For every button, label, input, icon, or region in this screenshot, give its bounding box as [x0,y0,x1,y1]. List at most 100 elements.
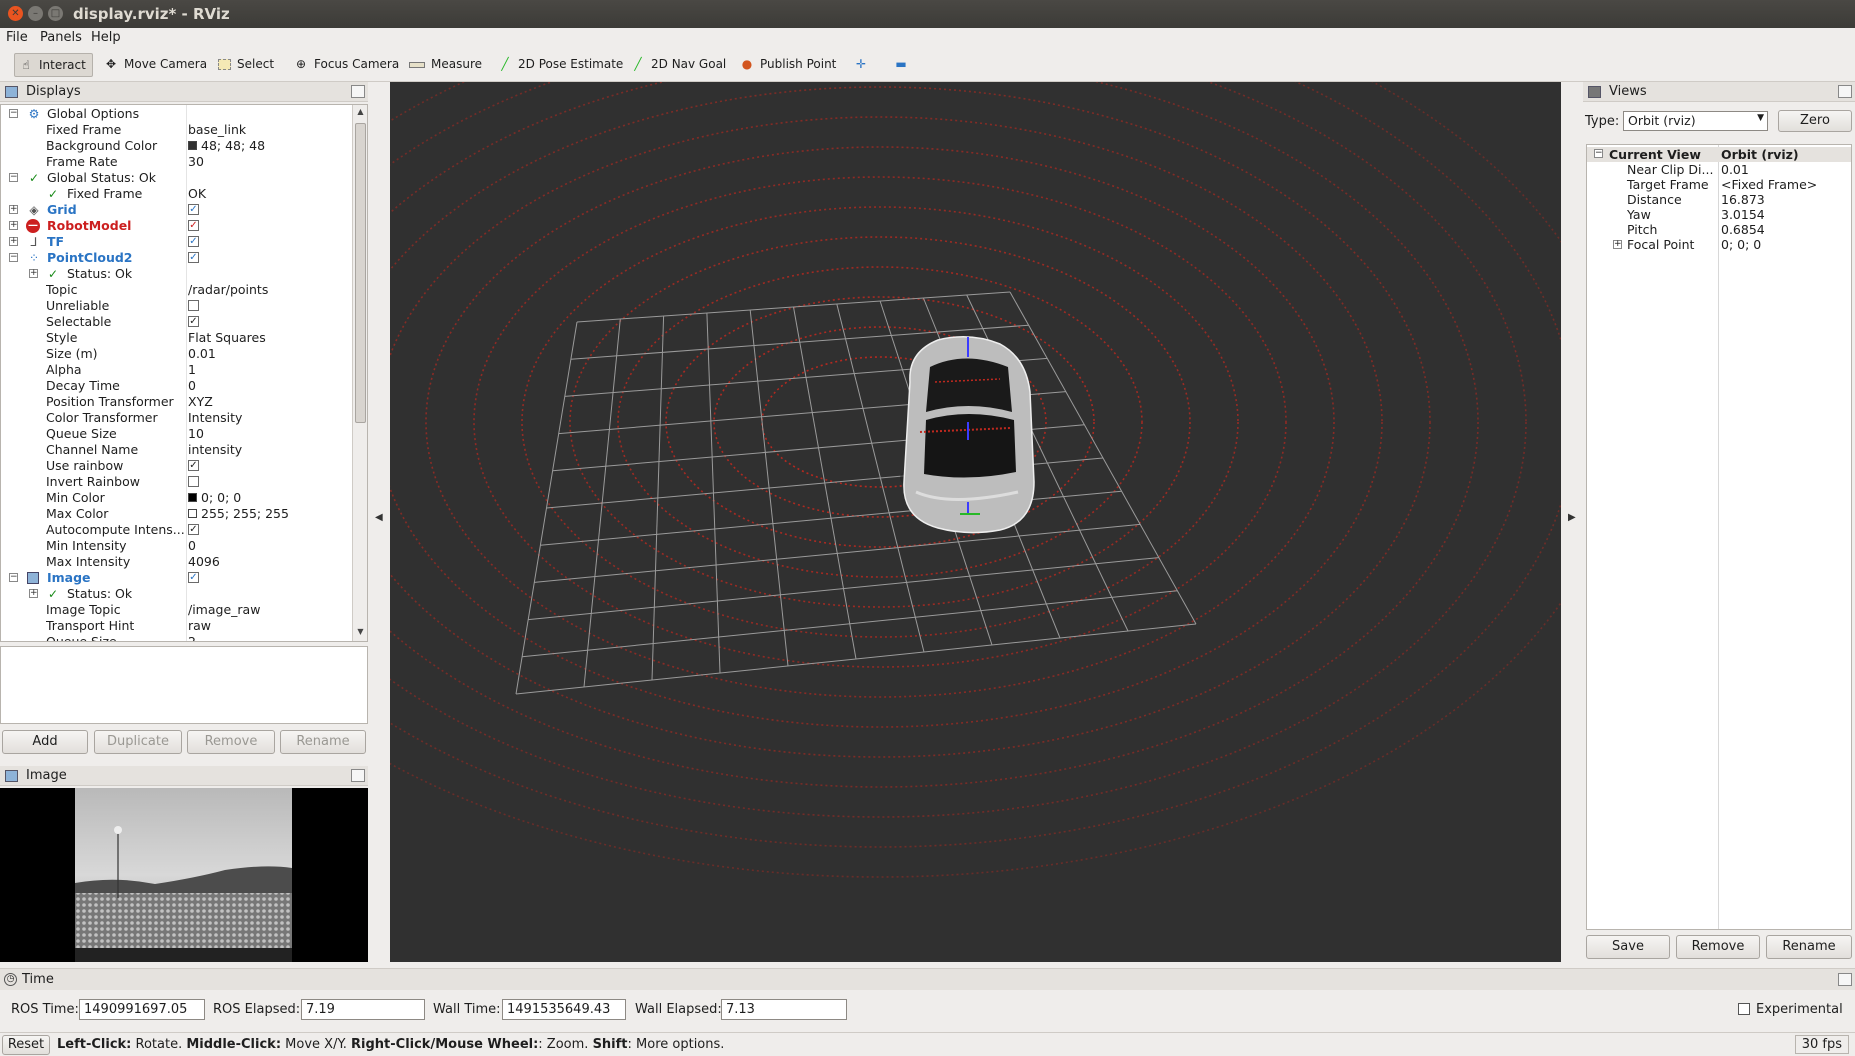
zero-button[interactable]: Zero [1778,110,1852,132]
minimize-window-button[interactable]: – [28,6,43,21]
tree-row-color-transformer[interactable]: Color Transformer Intensity [1,410,351,426]
tree-row-decay-time[interactable]: Decay Time 0 [1,378,351,394]
tf-checkbox[interactable]: ✓ [188,236,199,247]
expand-icon[interactable]: + [9,221,18,230]
expand-icon[interactable]: + [9,205,18,214]
robotmodel-checkbox[interactable]: ✓ [188,220,199,231]
scrollbar-thumb[interactable] [355,123,366,423]
tree-row-channel-name[interactable]: Channel Name intensity [1,442,351,458]
experimental-checkbox[interactable] [1738,1003,1750,1015]
tree-row-current-view[interactable]: − Current View Orbit (rviz) [1587,147,1851,162]
collapse-icon[interactable]: − [9,109,18,118]
tree-row-invert-rainbow[interactable]: Invert Rainbow [1,474,351,490]
tree-row-use-rainbow[interactable]: Use rainbow ✓ [1,458,351,474]
unreliable-checkbox[interactable] [188,300,199,311]
collapse-icon[interactable]: − [9,573,18,582]
tree-row-max-color[interactable]: Max Color 255; 255; 255 [1,506,351,522]
tree-row-yaw[interactable]: Yaw 3.0154 [1587,207,1851,222]
tree-row-distance[interactable]: Distance 16.873 [1587,192,1851,207]
undock-button[interactable] [351,85,365,98]
tree-row-global-status[interactable]: − ✓ Global Status: Ok [1,170,351,186]
views-tree[interactable]: − Current View Orbit (rviz) Near Clip Di… [1586,144,1852,930]
collapse-left-icon[interactable]: ◀ [375,512,383,523]
menu-panels[interactable]: Panels [40,30,82,45]
tree-row-selectable[interactable]: Selectable ✓ [1,314,351,330]
tree-row-fixed-frame[interactable]: Fixed Frame base_link [1,122,351,138]
selectable-checkbox[interactable]: ✓ [188,316,199,327]
displays-tree[interactable]: − ⚙ Global Options Fixed Frame base_link… [0,104,368,642]
maximize-window-button[interactable]: □ [48,6,63,21]
tree-row-max-intensity[interactable]: Max Intensity 4096 [1,554,351,570]
grid-checkbox[interactable]: ✓ [188,204,199,215]
tree-row-min-color[interactable]: Min Color 0; 0; 0 [1,490,351,506]
left-panel-splitter[interactable]: ◀ [368,82,390,962]
tree-row-topic[interactable]: Topic /radar/points [1,282,351,298]
remove-view-button[interactable]: Remove [1676,935,1760,959]
reset-button[interactable]: Reset [2,1035,50,1055]
tree-row-background-color[interactable]: Background Color 48; 48; 48 [1,138,351,154]
focus-camera-tool[interactable]: ⊕ Focus Camera [290,53,405,77]
tree-row-near-clip[interactable]: Near Clip Di... 0.01 [1587,162,1851,177]
undock-button[interactable] [351,769,365,782]
measure-tool[interactable]: Measure [405,53,488,77]
tree-row-transport-hint[interactable]: Transport Hint raw [1,618,351,634]
pointcloud2-checkbox[interactable]: ✓ [188,252,199,263]
tree-row-image[interactable]: − Image ✓ [1,570,351,586]
3d-render-view[interactable] [390,82,1561,962]
tree-row-fixed-frame-status[interactable]: ✓ Fixed Frame OK [1,186,351,202]
wall-elapsed-field[interactable]: 7.13 [721,999,847,1020]
collapse-icon[interactable]: − [1594,149,1603,158]
save-view-button[interactable]: Save [1586,935,1670,959]
tree-row-pointcloud2[interactable]: − ⁘ PointCloud2 ✓ [1,250,351,266]
interact-tool[interactable]: ☝ Interact [14,53,93,77]
tree-row-position-transformer[interactable]: Position Transformer XYZ [1,394,351,410]
tree-scrollbar[interactable]: ▲ ▼ [352,105,367,641]
rename-view-button[interactable]: Rename [1766,935,1852,959]
tree-row-grid[interactable]: + ◈ Grid ✓ [1,202,351,218]
wall-time-field[interactable]: 1491535649.43 [502,999,626,1020]
tree-row-pointcloud-status[interactable]: + ✓ Status: Ok [1,266,351,282]
remove-tool-button[interactable]: ▬ [890,53,914,77]
expand-icon[interactable]: + [1613,240,1622,249]
tree-row-queue-size[interactable]: Queue Size 10 [1,426,351,442]
expand-icon[interactable]: + [29,269,38,278]
menu-file[interactable]: File [6,30,28,45]
scroll-up-icon[interactable]: ▲ [355,107,366,119]
scene-canvas[interactable] [390,82,1561,962]
duplicate-display-button[interactable]: Duplicate [94,730,182,754]
invert-rainbow-checkbox[interactable] [188,476,199,487]
expand-icon[interactable]: + [29,589,38,598]
collapse-icon[interactable]: − [9,253,18,262]
tree-row-global-options[interactable]: − ⚙ Global Options [1,106,351,122]
tree-row-size[interactable]: Size (m) 0.01 [1,346,351,362]
tree-row-frame-rate[interactable]: Frame Rate 30 [1,154,351,170]
remove-display-button[interactable]: Remove [187,730,275,754]
use-rainbow-checkbox[interactable]: ✓ [188,460,199,471]
right-panel-splitter[interactable]: ▶ [1561,82,1583,962]
tree-row-style[interactable]: Style Flat Squares [1,330,351,346]
tree-row-alpha[interactable]: Alpha 1 [1,362,351,378]
tree-row-pitch[interactable]: Pitch 0.6854 [1587,222,1851,237]
view-type-select[interactable]: Orbit (rviz) ▼ [1623,111,1768,131]
tree-row-tf[interactable]: + ⅃ TF ✓ [1,234,351,250]
pose-estimate-tool[interactable]: ╱ 2D Pose Estimate [494,53,629,77]
undock-button[interactable] [1838,973,1852,986]
nav-goal-tool[interactable]: ╱ 2D Nav Goal [627,53,732,77]
menu-help[interactable]: Help [91,30,121,45]
add-tool-button[interactable]: ✛ [850,53,874,77]
publish-point-tool[interactable]: ● Publish Point [736,53,842,77]
scroll-down-icon[interactable]: ▼ [355,627,366,639]
collapse-icon[interactable]: − [9,173,18,182]
ros-elapsed-field[interactable]: 7.19 [301,999,425,1020]
tree-row-min-intensity[interactable]: Min Intensity 0 [1,538,351,554]
close-window-button[interactable]: ✕ [8,6,23,21]
add-display-button[interactable]: Add [2,730,88,754]
tree-row-image-status[interactable]: + ✓ Status: Ok [1,586,351,602]
tree-row-autocompute[interactable]: Autocompute Intens... ✓ [1,522,351,538]
tree-row-focal-point[interactable]: + Focal Point 0; 0; 0 [1587,237,1851,252]
select-tool[interactable]: Select [214,53,280,77]
rename-display-button[interactable]: Rename [280,730,366,754]
autocompute-checkbox[interactable]: ✓ [188,524,199,535]
tree-row-unreliable[interactable]: Unreliable [1,298,351,314]
move-camera-tool[interactable]: ✥ Move Camera [100,53,213,77]
